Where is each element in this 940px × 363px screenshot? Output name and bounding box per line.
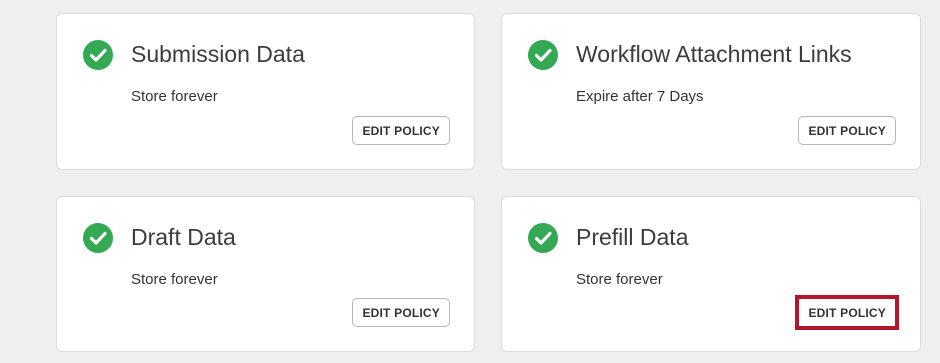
check-circle-icon [528,40,558,70]
card-title: Workflow Attachment Links [576,41,852,67]
policy-card-workflow-attachment-links: Workflow Attachment Links Expire after 7… [501,13,921,170]
edit-policy-button[interactable]: EDIT POLICY [795,295,899,330]
edit-policy-button[interactable]: EDIT POLICY [352,116,450,145]
edit-policy-button[interactable]: EDIT POLICY [798,116,896,145]
card-description: Store forever [131,271,218,288]
policy-card-draft-data: Draft Data Store forever EDIT POLICY [56,196,475,352]
policy-card-prefill-data: Prefill Data Store forever EDIT POLICY [501,196,921,352]
card-description: Store forever [576,271,663,288]
check-circle-icon [83,223,113,253]
card-title: Submission Data [131,41,305,67]
card-title: Prefill Data [576,224,689,250]
edit-policy-button[interactable]: EDIT POLICY [352,298,450,327]
card-description: Expire after 7 Days [576,88,704,105]
check-circle-icon [83,40,113,70]
card-title: Draft Data [131,224,236,250]
policy-card-submission-data: Submission Data Store forever EDIT POLIC… [56,13,475,170]
check-circle-icon [528,223,558,253]
card-description: Store forever [131,88,218,105]
